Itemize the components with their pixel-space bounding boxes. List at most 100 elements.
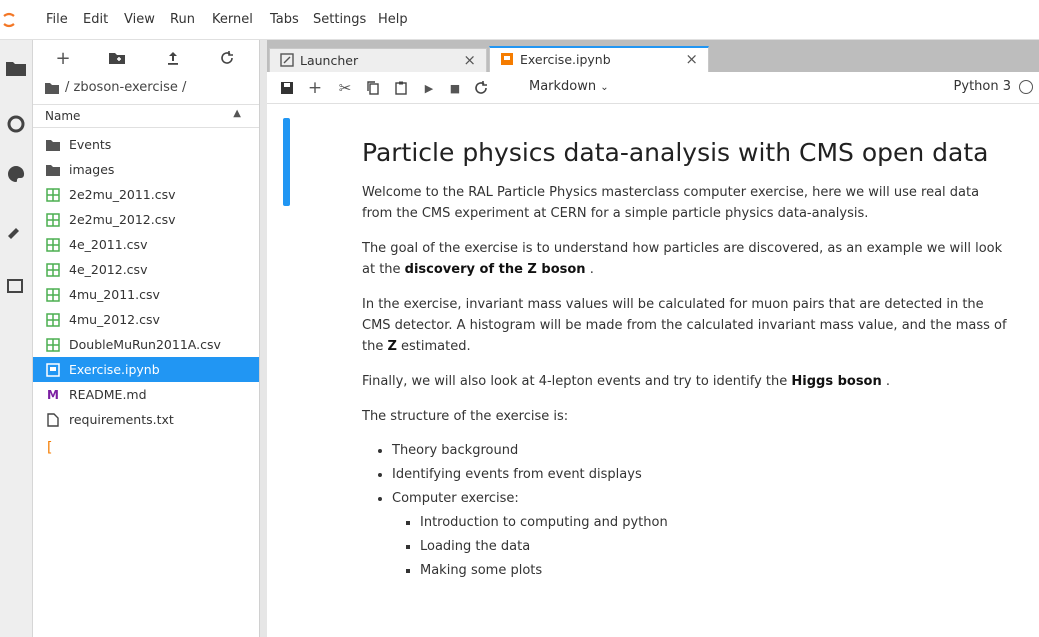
kernel-status-icon	[1019, 80, 1033, 94]
file-name: 4mu_2012.csv	[69, 312, 160, 327]
list-item: Identifying events from event displays	[392, 463, 1007, 487]
folder-icon	[45, 137, 61, 153]
notebook-panel: Particle physics data-analysis with CMS …	[267, 104, 1039, 637]
launcher-icon	[280, 53, 294, 67]
file-name: 2e2mu_2012.csv	[69, 212, 176, 227]
new-launcher-icon[interactable]: +	[55, 48, 71, 69]
notebook-icon	[501, 53, 513, 65]
run-icon[interactable]: ▶	[421, 80, 437, 96]
file-name: Exercise.ipynb	[69, 362, 160, 377]
tab-launcher[interactable]: Launcher ×	[269, 48, 487, 72]
sort-up-icon: ▲	[233, 108, 241, 119]
file-name: 2e2mu_2011.csv	[69, 187, 176, 202]
file-browser-toolbar: +	[33, 40, 259, 76]
file-item-readme[interactable]: M README.md	[33, 382, 259, 407]
active-cell-indicator[interactable]	[283, 118, 290, 206]
breadcrumb[interactable]: / zboson-exercise /	[45, 80, 186, 95]
folder-icon[interactable]	[6, 58, 26, 78]
refresh-icon[interactable]	[219, 50, 235, 66]
sub-list: Introduction to computing and python Loa…	[392, 511, 1007, 583]
bold-text: discovery of the Z boson	[404, 262, 586, 277]
list-item: Making some plots	[420, 559, 1007, 583]
tab-bar: Launcher × Exercise.ipynb ×	[267, 40, 1039, 72]
file-name: 4mu_2011.csv	[69, 287, 160, 302]
paragraph-goal: The goal of the exercise is to understan…	[362, 241, 1003, 277]
tab-label: Exercise.ipynb	[520, 52, 611, 67]
close-icon[interactable]: ×	[463, 51, 476, 69]
file-name: Events	[69, 137, 112, 152]
markdown-cell[interactable]: Particle physics data-analysis with CMS …	[362, 138, 1007, 583]
file-item-doublemu[interactable]: DoubleMuRun2011A.csv	[33, 332, 259, 357]
save-icon[interactable]	[279, 80, 295, 96]
structure-list: Theory background Identifying events fro…	[362, 439, 1007, 583]
file-name: 4e_2011.csv	[69, 237, 148, 252]
file-item-2e2mu-2011[interactable]: 2e2mu_2011.csv	[33, 182, 259, 207]
paste-icon[interactable]	[393, 80, 409, 96]
file-item-4mu-2011[interactable]: 4mu_2011.csv	[33, 282, 259, 307]
menu-bar: File Edit View Run Kernel Tabs Settings …	[0, 0, 1039, 40]
notebook-title: Particle physics data-analysis with CMS …	[362, 138, 989, 167]
tabs-icon[interactable]	[6, 276, 26, 296]
list-item: Theory background	[392, 439, 1007, 463]
bold-text: Higgs boson	[791, 374, 882, 389]
cut-icon[interactable]: ✂	[337, 79, 353, 97]
menu-run[interactable]: Run	[170, 12, 195, 27]
file-name: DoubleMuRun2011A.csv	[69, 337, 221, 352]
folder-icon	[45, 162, 61, 178]
file-item-4mu-2012[interactable]: 4mu_2012.csv	[33, 307, 259, 332]
paragraph-higgs: Finally, we will also look at 4-lepton e…	[362, 374, 891, 389]
rename-cursor: [	[47, 440, 53, 456]
spreadsheet-icon	[45, 187, 61, 203]
menu-help[interactable]: Help	[378, 12, 408, 27]
spreadsheet-icon	[45, 237, 61, 253]
spreadsheet-icon	[45, 287, 61, 303]
cell-type-select[interactable]: Markdown ⌄	[529, 79, 609, 94]
markdown-icon: M	[47, 387, 59, 402]
spreadsheet-icon	[45, 312, 61, 328]
file-name: images	[69, 162, 115, 177]
spreadsheet-icon	[45, 262, 61, 278]
file-name: README.md	[69, 387, 147, 402]
palette-icon[interactable]	[6, 164, 26, 184]
chevron-down-icon: ⌄	[600, 82, 609, 93]
file-item-2e2mu-2012[interactable]: 2e2mu_2012.csv	[33, 207, 259, 232]
restart-icon[interactable]	[473, 80, 489, 96]
running-icon[interactable]	[6, 114, 26, 134]
file-item-4e-2012[interactable]: 4e_2012.csv	[33, 257, 259, 282]
wrench-icon[interactable]	[6, 220, 26, 240]
panel-splitter[interactable]	[259, 40, 267, 637]
close-icon[interactable]: ×	[685, 50, 698, 68]
cell-type-value: Markdown	[529, 79, 597, 94]
menu-file[interactable]: File	[46, 12, 68, 27]
menu-edit[interactable]: Edit	[83, 12, 108, 27]
list-item: Introduction to computing and python	[420, 511, 1007, 535]
paragraph-exercise: In the exercise, invariant mass values w…	[362, 297, 1007, 354]
file-list-header[interactable]: Name ▲	[33, 104, 259, 128]
copy-icon[interactable]	[365, 80, 381, 96]
file-item-4e-2011[interactable]: 4e_2011.csv	[33, 232, 259, 257]
menu-kernel[interactable]: Kernel	[212, 12, 253, 27]
breadcrumb-path: / zboson-exercise /	[65, 80, 187, 95]
kernel-name[interactable]: Python 3	[954, 79, 1011, 94]
list-item: Loading the data	[420, 535, 1007, 559]
notebook-toolbar: + ✂ ▶ ■ Markdown ⌄ Python 3	[267, 72, 1039, 104]
spreadsheet-icon	[45, 212, 61, 228]
menu-view[interactable]: View	[124, 12, 155, 27]
file-item-events[interactable]: Events	[33, 132, 259, 157]
paragraph-structure: The structure of the exercise is:	[362, 409, 569, 424]
file-item-images[interactable]: images	[33, 157, 259, 182]
menu-tabs[interactable]: Tabs	[270, 12, 299, 27]
tab-exercise[interactable]: Exercise.ipynb ×	[489, 46, 709, 72]
name-column-header: Name	[45, 109, 81, 123]
insert-cell-icon[interactable]: +	[307, 78, 323, 98]
notebook-icon	[45, 362, 61, 378]
upload-icon[interactable]	[165, 50, 181, 66]
bold-text: Z	[387, 339, 397, 354]
stop-icon[interactable]: ■	[447, 80, 463, 96]
folder-icon	[45, 82, 59, 94]
menu-settings[interactable]: Settings	[313, 12, 366, 27]
file-item-exercise[interactable]: Exercise.ipynb	[33, 357, 259, 382]
file-item-requirements[interactable]: requirements.txt	[33, 407, 259, 432]
new-folder-icon[interactable]	[109, 50, 125, 66]
spreadsheet-icon	[45, 337, 61, 353]
